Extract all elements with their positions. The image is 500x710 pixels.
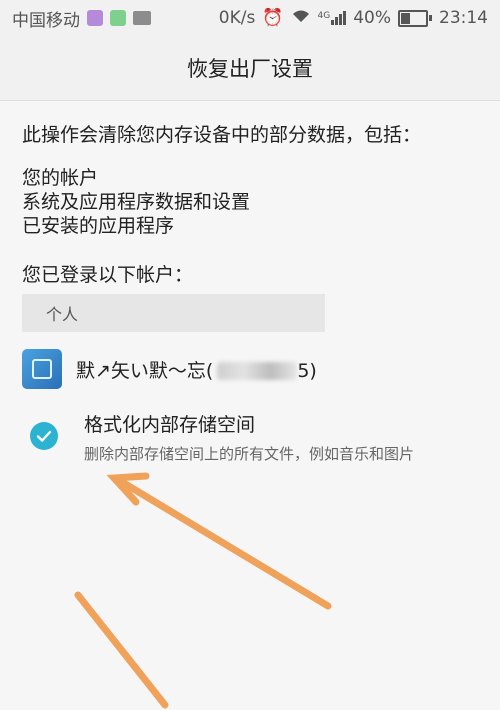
list-item: 已安装的应用程序 [22,215,175,237]
account-row: 默↗矢い默～忘( 5) [22,348,352,390]
account-avatar [22,349,62,389]
option-title: 格式化内部存储空间 [84,414,256,436]
option-text: 格式化内部存储空间 删除内部存储空间上的所有文件，例如音乐和图片 [84,410,414,464]
checkbox-checked-icon[interactable] [30,422,58,450]
status-bar-right: 0K/s ⏰ 4G 40% 23:14 [219,8,488,29]
page-title: 恢复出厂设置 [187,57,313,81]
usb-icon [133,11,151,25]
status-bar-left: 中国移动 [12,6,151,31]
wifi-icon [291,8,311,29]
carrier-label: 中国移动 [12,10,80,31]
app-notification-icon [110,10,126,26]
network-type-label: 4G [317,11,331,21]
data-items-list: 您的帐户 系统及应用程序数据和设置 已安装的应用程序 [22,166,250,238]
page-header: 恢复出厂设置 [0,36,500,101]
list-item: 您的帐户 [22,167,99,189]
account-name-redacted [217,362,298,380]
account-name-text: 默↗矢い默～忘( [76,359,214,382]
list-item: 系统及应用程序数据和设置 [22,191,251,213]
status-bar: 中国移动 0K/s ⏰ 4G 40% 23:14 [0,0,500,36]
accounts-heading: 您已登录以下帐户： [22,264,194,286]
cellular-signal-icon: 4G [318,11,347,25]
format-internal-storage-option[interactable]: 格式化内部存储空间 删除内部存储空间上的所有文件，例如音乐和图片 [22,410,482,470]
annotation-arrow [74,472,332,709]
network-speed: 0K/s [218,8,256,28]
account-name-suffix: 5) [297,359,317,382]
alarm-icon: ⏰ [262,8,284,28]
gallery-notification-icon [87,10,103,26]
clock: 23:14 [439,8,488,28]
battery-percent: 40% [353,8,391,28]
account-name: 默↗矢い默～忘( 5) [76,356,317,383]
intro-text: 此操作会清除您内存设备中的部分数据，包括： [22,124,422,146]
account-category-label: 个人 [46,305,79,324]
account-category-header: 个人 [22,294,325,332]
option-subtitle: 删除内部存储空间上的所有文件，例如音乐和图片 [84,445,415,463]
battery-icon [398,9,432,27]
